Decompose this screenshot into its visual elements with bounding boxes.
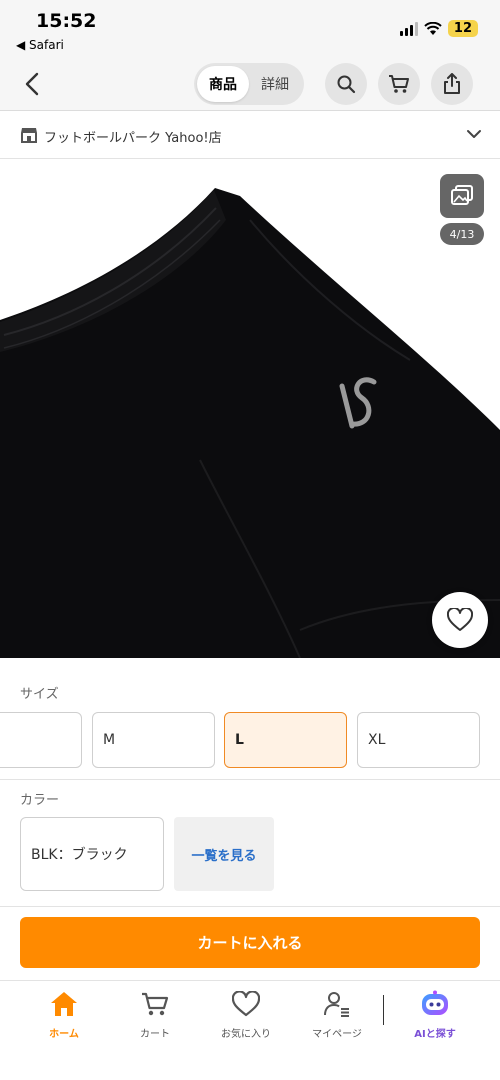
back-to-safari-link[interactable]: ◀ Safari [16, 38, 64, 52]
cart-icon [389, 75, 409, 93]
tab-cart[interactable]: カート [115, 989, 195, 1040]
color-label: カラー [20, 793, 60, 808]
nav-bar: 商品 詳細 [0, 58, 500, 111]
image-page-counter: 4/13 [440, 223, 484, 245]
tab-details[interactable]: 詳細 [249, 66, 301, 102]
tab-mypage[interactable]: マイページ [297, 989, 377, 1040]
chevron-left-icon [25, 72, 39, 96]
tab-separator [383, 995, 384, 1025]
color-option-black[interactable]: BLK：ブラック [20, 817, 164, 891]
tab-favorites[interactable]: お気に入り [206, 989, 286, 1040]
search-icon [337, 75, 356, 94]
heart-icon [232, 991, 260, 1017]
divider [0, 906, 500, 907]
see-all-colors-link[interactable]: 一覧を見る [174, 817, 274, 891]
cellular-signal-icon [399, 21, 418, 36]
tab-label: ホーム [49, 1029, 79, 1040]
status-icons: 12 [399, 20, 478, 37]
status-bar: 15:52 ◀ Safari 12 [0, 0, 500, 58]
tab-label: マイページ [312, 1029, 362, 1040]
tab-product[interactable]: 商品 [197, 66, 249, 102]
battery-indicator: 12 [447, 20, 478, 37]
view-segment-control: 商品 詳細 [194, 63, 304, 105]
add-to-cart-button[interactable]: カートに入れる [20, 917, 480, 968]
size-option-l[interactable]: L [224, 712, 347, 768]
status-time: 15:52 [36, 10, 97, 32]
tab-label: カート [140, 1029, 170, 1040]
gallery-icon [451, 185, 473, 205]
ai-bot-icon [422, 990, 448, 1015]
size-label: サイズ [20, 687, 59, 702]
chevron-down-icon [467, 130, 481, 138]
tab-label: AIと探す [414, 1029, 456, 1040]
store-icon [21, 128, 37, 143]
cart-button[interactable] [378, 63, 420, 105]
heart-icon [447, 608, 473, 631]
tab-label: お気に入り [221, 1029, 271, 1040]
store-name: フットボールパーク Yahoo!店 [44, 131, 222, 146]
size-option-xl[interactable]: XL [357, 712, 480, 768]
wifi-icon [424, 21, 442, 35]
size-option-m[interactable]: M [92, 712, 215, 768]
favorite-button[interactable] [432, 592, 488, 648]
search-button[interactable] [325, 63, 367, 105]
size-option[interactable] [0, 712, 82, 768]
divider [0, 779, 500, 780]
back-button[interactable] [16, 68, 48, 100]
store-selector[interactable]: フットボールパーク Yahoo!店 [0, 112, 500, 159]
product-image[interactable]: 4/13 [0, 160, 500, 658]
gallery-button[interactable] [440, 174, 484, 218]
tab-home[interactable]: ホーム [24, 989, 104, 1040]
product-photo-shorts [0, 188, 500, 658]
tab-ai-search[interactable]: AIと探す [395, 989, 475, 1040]
share-button[interactable] [431, 63, 473, 105]
home-icon [51, 992, 77, 1016]
cart-icon [142, 992, 169, 1016]
bottom-tab-bar: ホーム カート お気に入り マイページ AIと探す [0, 980, 500, 1080]
user-icon [324, 992, 349, 1017]
share-icon [444, 73, 460, 94]
